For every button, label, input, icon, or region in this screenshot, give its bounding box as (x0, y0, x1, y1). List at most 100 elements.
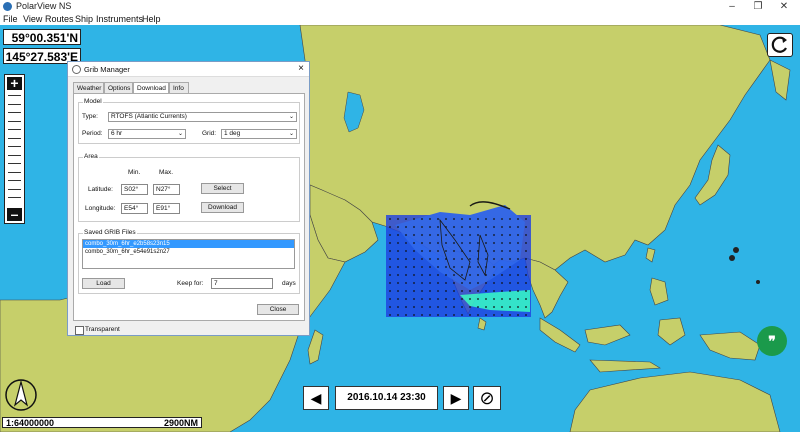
previous-time-button[interactable]: ◀ (303, 386, 329, 410)
current-vector-dot (437, 298, 439, 300)
current-vector-dot (413, 282, 415, 284)
close-button[interactable]: Close (257, 304, 299, 315)
grid-value: 1 deg (224, 130, 241, 137)
current-vector-dot (469, 266, 471, 268)
current-vector-dot (477, 314, 479, 316)
tab-weather[interactable]: Weather (73, 82, 104, 93)
zoom-tick (8, 95, 21, 96)
lon-min-input[interactable]: E54° (121, 203, 148, 214)
current-vector-dot (485, 226, 487, 228)
zoom-tick (8, 188, 21, 190)
current-vector-dot (493, 306, 495, 308)
stop-animation-button[interactable]: ⊘ (473, 386, 501, 410)
select-button[interactable]: Select (201, 183, 244, 194)
current-vector-dot (413, 298, 415, 300)
current-vector-dot (421, 282, 423, 284)
zoom-out-button[interactable]: – (7, 207, 22, 221)
current-vector-dot (453, 306, 455, 308)
list-item[interactable]: combo_30m_6hr_e54e91s2n27 (83, 248, 294, 256)
menu-view[interactable]: View (23, 14, 42, 24)
close-window-button[interactable]: ✕ (774, 0, 794, 13)
transparent-checkbox[interactable] (75, 326, 84, 335)
current-vector-dot (509, 314, 511, 316)
scale-distance: 2900NM (163, 418, 198, 428)
current-vector-dot (405, 242, 407, 244)
current-vector-dot (397, 290, 399, 292)
menu-instruments[interactable]: Instruments (96, 14, 143, 24)
minimize-button[interactable]: – (722, 0, 742, 13)
current-vector-dot (477, 242, 479, 244)
longitude-label: Longitude: (85, 205, 116, 212)
current-vector-dot (485, 250, 487, 252)
zoom-in-button[interactable]: + (7, 76, 22, 90)
tab-info[interactable]: Info (169, 82, 189, 93)
current-vector-dot (493, 274, 495, 276)
lat-min-input[interactable]: S02° (121, 184, 148, 195)
load-button[interactable]: Load (82, 278, 125, 289)
maximize-button[interactable]: ❐ (748, 0, 768, 13)
current-vector-dot (461, 282, 463, 284)
current-vector-dot (421, 266, 423, 268)
current-vector-dot (445, 314, 447, 316)
current-vector-dot (445, 226, 447, 228)
current-vector-dot (501, 282, 503, 284)
menu-file[interactable]: File (3, 14, 18, 24)
saved-files-list[interactable]: combo_30m_6hr_e2b58s23n15 combo_30m_6hr_… (82, 239, 295, 269)
current-vector-dot (509, 258, 511, 260)
current-vector-dot (445, 258, 447, 260)
current-vector-dot (405, 298, 407, 300)
current-vector-dot (485, 234, 487, 236)
download-button[interactable]: Download (201, 202, 244, 213)
keep-days-stepper[interactable]: 7 (211, 278, 273, 289)
current-vector-dot (501, 234, 503, 236)
current-vector-dot (397, 314, 399, 316)
current-vector-dot (437, 290, 439, 292)
lat-max-input[interactable]: N27° (153, 184, 180, 195)
current-vector-dot (429, 298, 431, 300)
current-vector-dot (389, 242, 391, 244)
current-vector-dot (469, 250, 471, 252)
refresh-button[interactable] (767, 33, 793, 57)
current-vector-dot (389, 226, 391, 228)
type-select[interactable]: RTOFS (Atlantic Currents) ⌄ (108, 112, 297, 122)
next-time-button[interactable]: ▶ (443, 386, 469, 410)
current-vector-dot (517, 290, 519, 292)
current-vector-dot (389, 274, 391, 276)
tab-options[interactable]: Options (104, 82, 133, 93)
current-vector-dot (429, 234, 431, 236)
current-vector-dot (461, 314, 463, 316)
chevron-down-icon: ⌄ (288, 131, 294, 137)
current-vector-dot (517, 266, 519, 268)
zoom-slider[interactable]: + – (4, 74, 25, 224)
min-label: Min. (128, 169, 141, 176)
current-vector-dot (445, 298, 447, 300)
menu-help[interactable]: Help (142, 14, 161, 24)
latitude-readout: 59°00.351'N (3, 29, 81, 45)
grib-icon (72, 65, 81, 74)
current-vector-dot (397, 218, 399, 220)
chat-button[interactable]: ❞ (757, 326, 787, 356)
current-vector-dot (501, 226, 503, 228)
current-vector-dot (525, 282, 527, 284)
menu-ship[interactable]: Ship (75, 14, 93, 24)
period-select[interactable]: 6 hr ⌄ (108, 129, 186, 139)
lon-max-input[interactable]: E91° (153, 203, 180, 214)
current-vector-dot (461, 298, 463, 300)
dialog-close-icon[interactable]: × (298, 63, 304, 74)
current-vector-dot (429, 266, 431, 268)
current-vector-dot (413, 234, 415, 236)
current-vector-dot (525, 226, 527, 228)
current-vector-dot (413, 226, 415, 228)
menu-routes[interactable]: Routes (45, 14, 74, 24)
current-vector-dot (453, 266, 455, 268)
current-vector-dot (461, 218, 463, 220)
current-vector-dot (493, 250, 495, 252)
current-vector-dot (397, 258, 399, 260)
title-bar: PolarView NS – ❐ ✕ (0, 0, 800, 13)
current-vector-dot (397, 250, 399, 252)
current-vector-dot (389, 290, 391, 292)
current-vector-dot (389, 266, 391, 268)
list-item[interactable]: combo_30m_6hr_e2b58s23n15 (83, 240, 294, 248)
grid-select[interactable]: 1 deg ⌄ (221, 129, 297, 139)
current-vector-dot (405, 234, 407, 236)
